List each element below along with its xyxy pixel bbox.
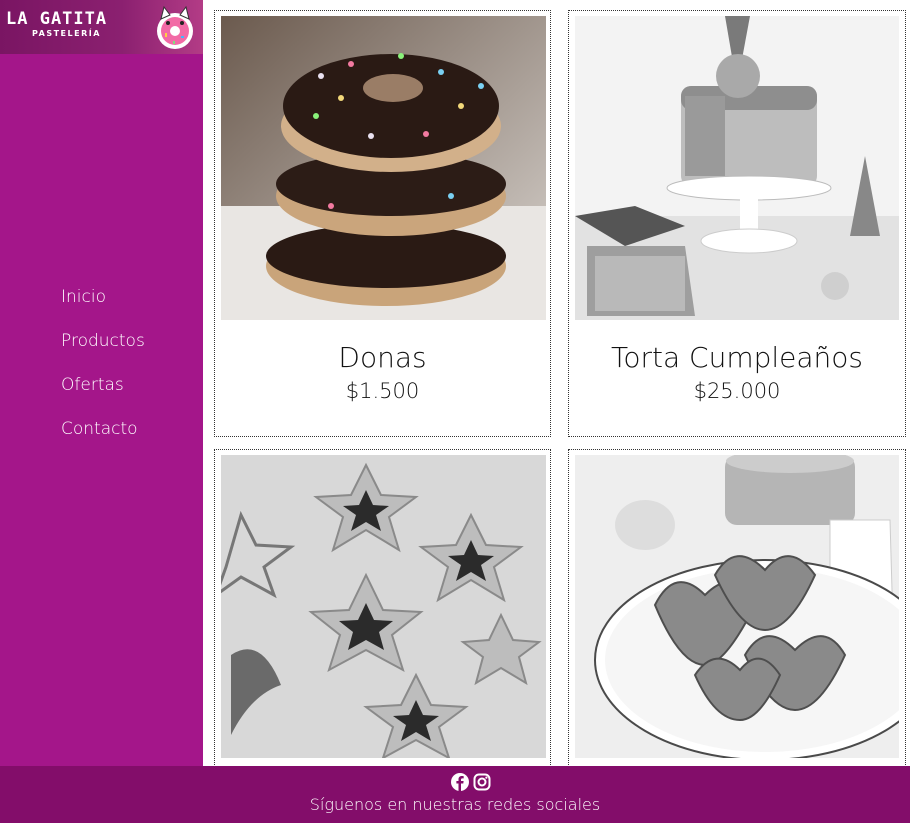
- sidebar: LA GATITA PASTELERÍA Inicio Productos Of…: [0, 0, 203, 766]
- product-name: Donas: [338, 341, 427, 374]
- nav-link-ofertas[interactable]: Ofertas: [61, 375, 124, 395]
- nav-item-inicio: Inicio: [61, 287, 145, 331]
- product-image-galletas: [221, 455, 546, 758]
- nav-link-contacto[interactable]: Contacto: [61, 419, 138, 439]
- nav-item-productos: Productos: [61, 331, 145, 375]
- footer: Síguenos en nuestras redes sociales: [0, 766, 910, 823]
- brand-name: LA GATITA: [6, 9, 108, 29]
- cat-donut-icon: [157, 5, 193, 49]
- product-card-galletas[interactable]: [214, 449, 551, 779]
- product-card-torta-cumpleanos[interactable]: Torta Cumpleaños $25.000: [568, 10, 906, 437]
- product-price: $1.500: [345, 379, 420, 403]
- product-card-palmeras[interactable]: [568, 449, 906, 779]
- brand-subtitle: PASTELERÍA: [32, 29, 101, 38]
- product-image-palmeras: [575, 455, 899, 758]
- product-image-torta: [575, 16, 899, 320]
- nav-link-inicio[interactable]: Inicio: [61, 287, 106, 307]
- instagram-icon[interactable]: [473, 773, 491, 791]
- brand-logo[interactable]: LA GATITA PASTELERÍA: [0, 0, 203, 54]
- main-nav: Inicio Productos Ofertas Contacto: [61, 287, 145, 463]
- product-image-donas: [221, 16, 546, 320]
- footer-social-text: Síguenos en nuestras redes sociales: [309, 795, 601, 814]
- product-card-donas[interactable]: Donas $1.500: [214, 10, 551, 437]
- nav-item-contacto: Contacto: [61, 419, 145, 463]
- nav-link-productos[interactable]: Productos: [61, 331, 145, 351]
- social-links: [451, 773, 491, 791]
- nav-item-ofertas: Ofertas: [61, 375, 145, 419]
- product-price: $25.000: [693, 379, 781, 403]
- facebook-icon[interactable]: [451, 773, 469, 791]
- product-name: Torta Cumpleaños: [611, 341, 863, 374]
